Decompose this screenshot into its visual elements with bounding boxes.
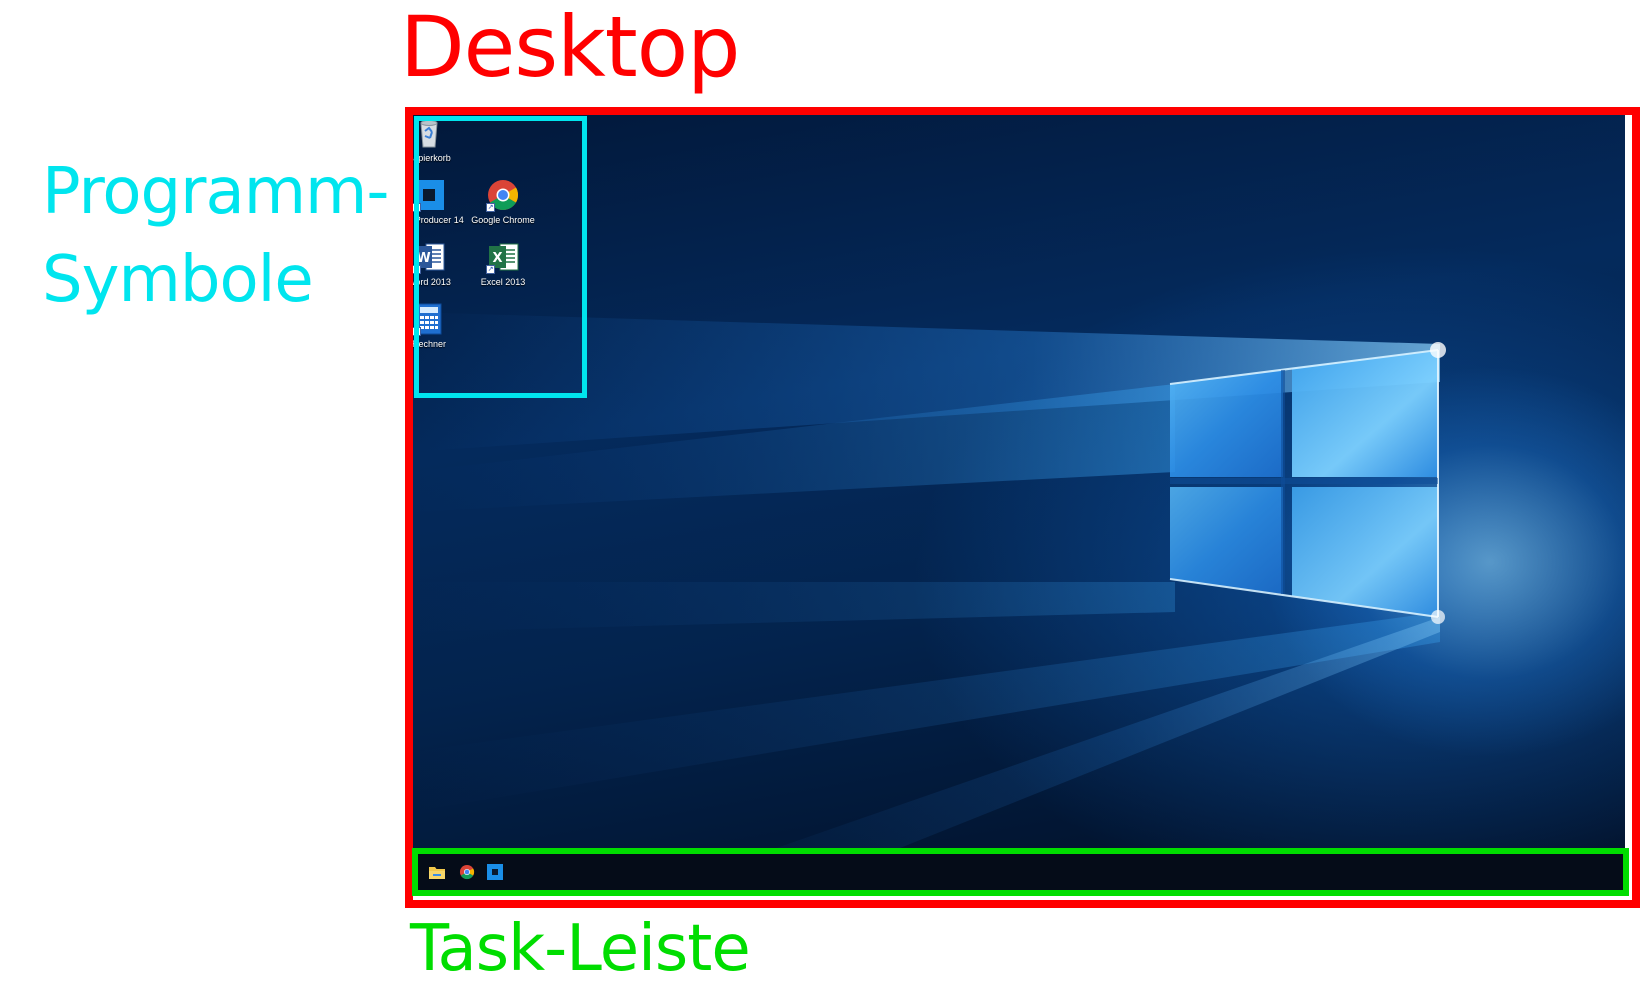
- shortcut-arrow-icon: ↗: [412, 327, 421, 336]
- taskbar: [402, 851, 1625, 892]
- zeta-producer-icon: [487, 864, 503, 880]
- svg-text:X: X: [492, 251, 502, 266]
- file-explorer-icon: [429, 867, 445, 879]
- desktop-icon-label: Google Chrome: [471, 215, 535, 225]
- start-button[interactable]: [396, 859, 422, 885]
- word-icon: W ↗: [412, 240, 446, 274]
- desktop-icon-excel[interactable]: X ↗ Excel 2013: [466, 240, 540, 288]
- calculator-icon: ↗: [412, 302, 446, 336]
- program-icons-annotation-line1: Programm-: [42, 155, 389, 229]
- shortcut-arrow-icon: ↗: [412, 265, 421, 274]
- shortcut-arrow-icon: ↗: [486, 203, 495, 212]
- desktop-icon-label: Zeta Producer 14: [410, 215, 464, 225]
- svg-text:W: W: [416, 251, 430, 266]
- desktop-icon-word[interactable]: W ↗ Word 2013: [410, 240, 466, 288]
- desktop-screen[interactable]: Papierkorb ↗ Zeta Producer 14: [410, 112, 1625, 892]
- desktop-icon-label: Word 2013: [410, 277, 451, 287]
- shortcut-arrow-icon: ↗: [412, 203, 421, 212]
- chrome-icon: ↗: [486, 178, 520, 212]
- desktop-icon-label: Rechner: [411, 339, 447, 349]
- annotated-screenshot: Desktop Programm- Symbole Task-Leiste Pa…: [0, 0, 1641, 998]
- zeta-producer-icon: ↗: [412, 178, 446, 212]
- desktop-icon-label: Papierkorb: [410, 153, 451, 163]
- chrome-icon: [459, 864, 475, 880]
- desktop-icon-label: Excel 2013: [480, 277, 526, 287]
- desktop-annotation-label: Desktop: [400, 0, 740, 96]
- windows-start-icon: [402, 865, 416, 879]
- recycle-bin-icon: [412, 116, 446, 150]
- excel-icon: X ↗: [486, 240, 520, 274]
- desktop-icon-zeta-producer[interactable]: ↗ Zeta Producer 14: [410, 178, 466, 226]
- taskbar-annotation-label: Task-Leiste: [410, 912, 751, 986]
- windows-wallpaper: [410, 312, 1446, 892]
- taskbar-zeta-producer[interactable]: [482, 859, 508, 885]
- desktop-icon-google-chrome[interactable]: ↗ Google Chrome: [466, 178, 540, 226]
- desktop-icon-calculator[interactable]: ↗ Rechner: [410, 302, 466, 350]
- shortcut-arrow-icon: ↗: [486, 265, 495, 274]
- taskbar-chrome[interactable]: [454, 859, 480, 885]
- program-icons-annotation-line2: Symbole: [42, 243, 314, 317]
- taskbar-file-explorer[interactable]: [424, 859, 450, 885]
- desktop-icon-recycle-bin[interactable]: Papierkorb: [410, 116, 466, 164]
- program-icons-annotation-label: Programm- Symbole: [42, 148, 389, 324]
